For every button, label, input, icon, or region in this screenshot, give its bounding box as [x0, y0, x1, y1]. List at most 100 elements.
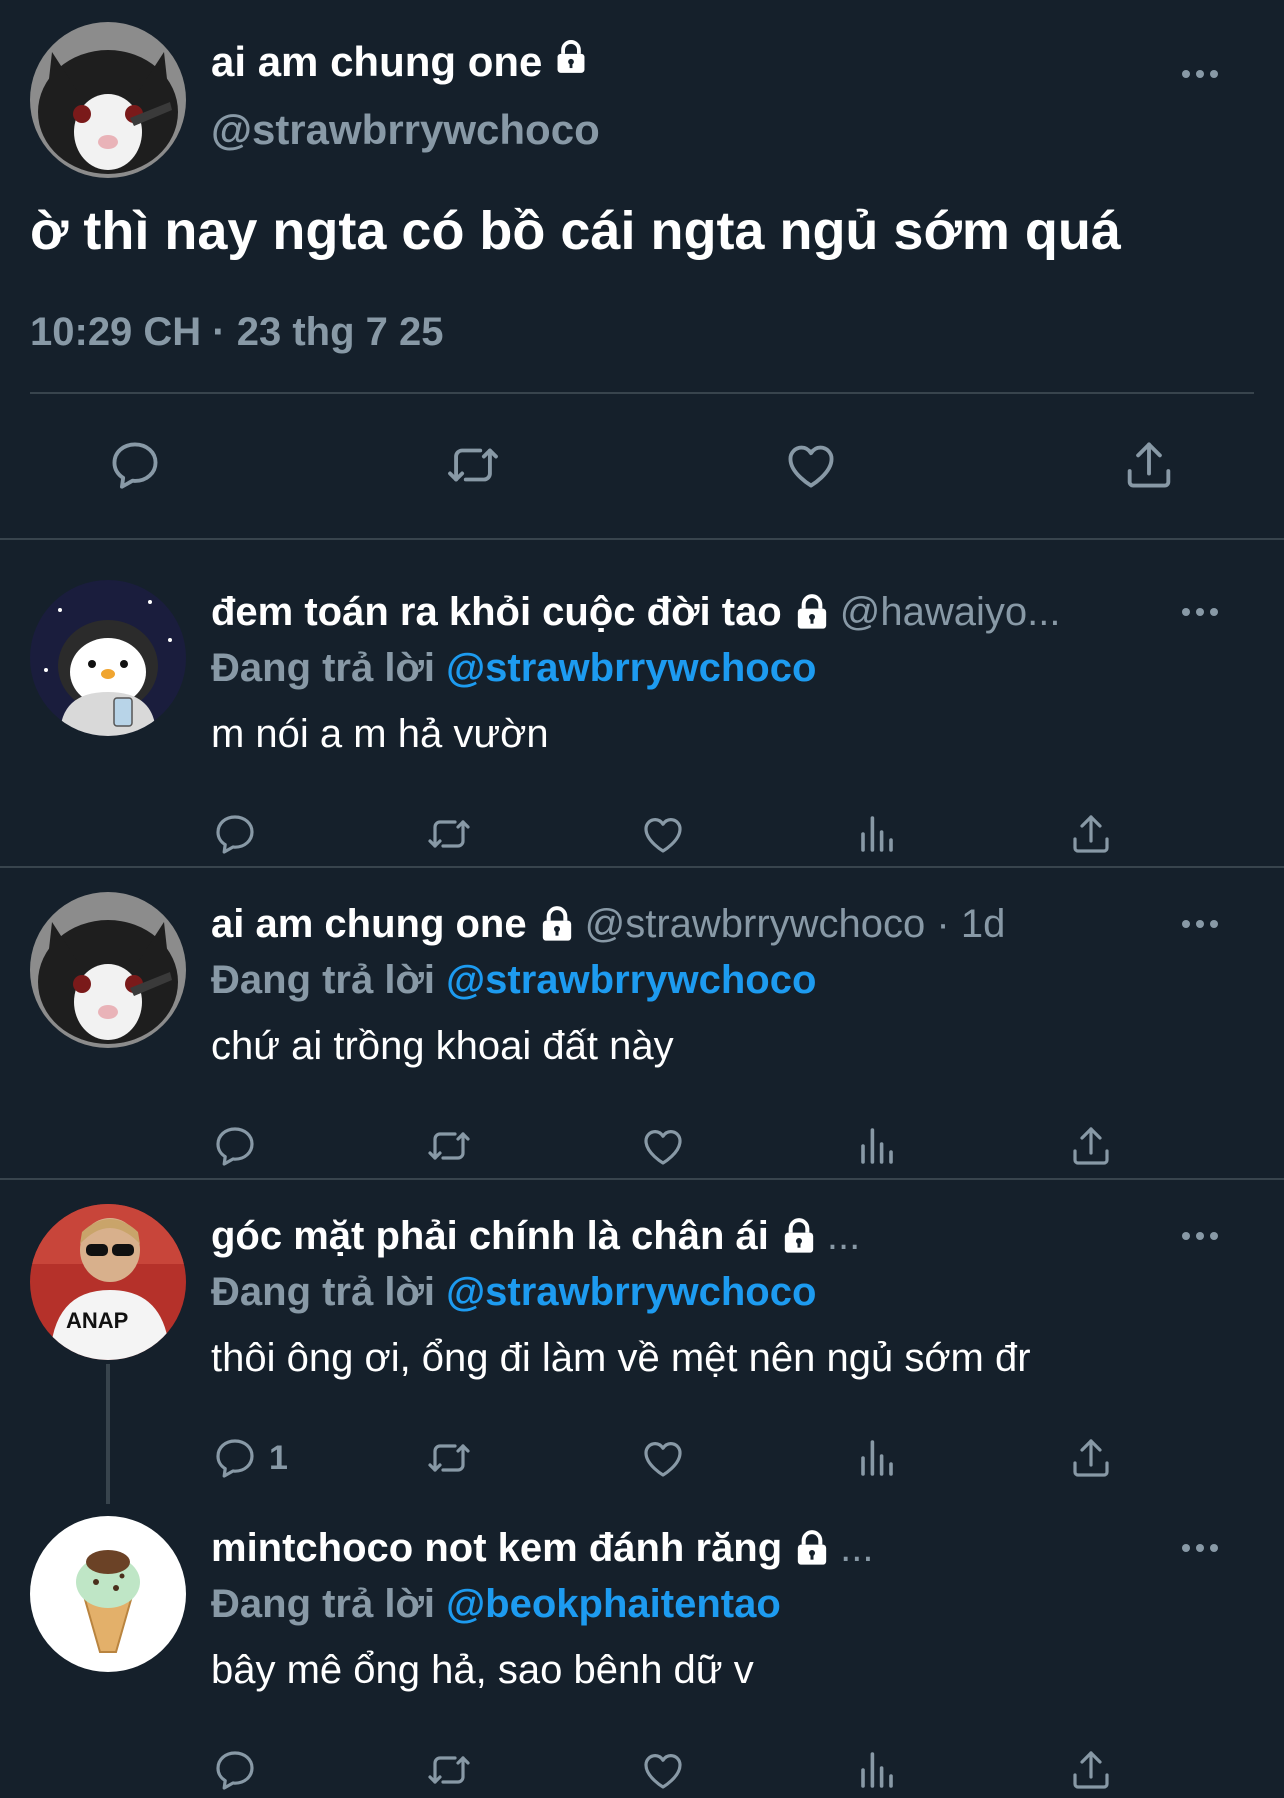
stats-icon	[853, 810, 901, 858]
share-button[interactable]	[1067, 1430, 1115, 1486]
more-options-icon[interactable]	[1180, 1542, 1220, 1554]
reply-tweet: ai am chung one @strawbrrywchoco · 1d Đa…	[0, 872, 1284, 1178]
replying-to-handle[interactable]: @strawbrrywchoco	[446, 1270, 816, 1314]
like-button[interactable]	[639, 1742, 687, 1798]
retweet-icon	[425, 810, 473, 858]
author-handle[interactable]: @strawbrrywchoco	[211, 106, 600, 154]
replying-to-label: Đang trả lời	[211, 646, 436, 690]
share-button[interactable]	[1067, 806, 1115, 862]
avatar-ice-cream[interactable]	[30, 1516, 186, 1672]
author-name-row[interactable]: ai am chung one	[211, 38, 590, 86]
more-options-icon[interactable]	[1180, 68, 1220, 80]
replying-to-handle[interactable]: @strawbrrywchoco	[446, 646, 816, 690]
reply-author-name[interactable]: góc mặt phải chính là chân ái	[211, 1214, 769, 1259]
author-name[interactable]: ai am chung one	[211, 38, 542, 86]
reply-button[interactable]: 1	[211, 1430, 288, 1486]
reply-author-meta[interactable]: @strawbrrywchoco · 1d	[585, 902, 1006, 947]
reply-author-name[interactable]: mintchoco not kem đánh răng	[211, 1526, 782, 1571]
like-button[interactable]	[774, 428, 848, 502]
reply-text: thôi ông ơi, ổng đi làm về mệt nên ngủ s…	[211, 1336, 1031, 1380]
avatar-cat[interactable]	[30, 22, 186, 178]
like-icon	[639, 1434, 687, 1482]
reply-author-meta[interactable]: ...	[840, 1526, 873, 1571]
like-button[interactable]	[639, 1430, 687, 1486]
reply-icon	[211, 1434, 259, 1482]
views-button[interactable]	[853, 1430, 901, 1486]
reply-icon	[211, 1122, 259, 1170]
share-button[interactable]	[1067, 1742, 1115, 1798]
lock-icon	[552, 38, 590, 86]
reply-text: bây mê ổng hả, sao bênh dữ v	[211, 1648, 754, 1692]
section-divider	[0, 1178, 1284, 1180]
reply-tweet: ANAP góc mặt phải chính là chân ái ... Đ…	[0, 1184, 1284, 1504]
reply-tweet: đem toán ra khỏi cuộc đời tao @hawaiyo..…	[0, 560, 1284, 866]
lock-icon	[792, 592, 832, 632]
retweet-button[interactable]	[425, 1430, 473, 1486]
views-button[interactable]	[853, 1118, 901, 1174]
tweet-timestamp[interactable]: 10:29 CH · 23 thg 7 25	[30, 310, 444, 355]
replying-to-label: Đang trả lời	[211, 1582, 436, 1626]
reply-action-bar	[211, 1742, 1161, 1798]
reply-action-bar: 1	[211, 1430, 1161, 1486]
reply-text: m nói a m hả vườn	[211, 712, 549, 756]
more-options-icon[interactable]	[1180, 1230, 1220, 1242]
lock-icon	[537, 904, 577, 944]
like-icon	[639, 1122, 687, 1170]
retweet-button[interactable]	[436, 428, 510, 502]
reply-icon	[211, 1746, 259, 1794]
share-icon	[1067, 1122, 1115, 1170]
retweet-button[interactable]	[425, 1118, 473, 1174]
reply-header: góc mặt phải chính là chân ái ...	[211, 1206, 1174, 1266]
reply-author-meta[interactable]: ...	[827, 1214, 860, 1259]
main-tweet: ai am chung one @strawbrrywchoco ờ thì n…	[0, 0, 1284, 540]
replying-to-handle[interactable]: @beokphaitentao	[446, 1582, 781, 1626]
avatar-kid[interactable]: ANAP	[30, 1204, 186, 1360]
avatar-cat[interactable]	[30, 892, 186, 1048]
share-button[interactable]	[1067, 1118, 1115, 1174]
retweet-icon	[444, 436, 502, 494]
views-button[interactable]	[853, 1742, 901, 1798]
retweet-icon	[425, 1434, 473, 1482]
retweet-icon	[425, 1746, 473, 1794]
reply-button[interactable]	[211, 1118, 269, 1174]
lock-icon	[792, 1528, 832, 1568]
reply-button[interactable]	[211, 806, 269, 862]
avatar-penguin[interactable]	[30, 580, 186, 736]
like-button[interactable]	[639, 1118, 687, 1174]
share-icon	[1067, 810, 1115, 858]
retweet-icon	[425, 1122, 473, 1170]
views-button[interactable]	[853, 806, 901, 862]
stats-icon	[853, 1434, 901, 1482]
share-button[interactable]	[1112, 428, 1186, 502]
lock-icon	[779, 1216, 819, 1256]
tweet-text: ờ thì nay ngta có bồ cái ngta ngủ sớm qu…	[30, 201, 1121, 261]
thread-line	[106, 1364, 110, 1504]
like-button[interactable]	[639, 806, 687, 862]
share-icon	[1067, 1746, 1115, 1794]
more-options-icon[interactable]	[1180, 606, 1220, 618]
reply-author-name[interactable]: đem toán ra khỏi cuộc đời tao	[211, 590, 782, 635]
section-divider	[0, 866, 1284, 868]
tweet-action-bar	[0, 428, 1284, 502]
retweet-button[interactable]	[425, 806, 473, 862]
section-divider	[0, 538, 1284, 540]
reply-button[interactable]	[211, 1742, 269, 1798]
replying-to-line: Đang trả lời @strawbrrywchoco	[211, 646, 816, 691]
svg-text:ANAP: ANAP	[66, 1308, 128, 1333]
reply-author-name[interactable]: ai am chung one	[211, 902, 527, 947]
more-options-icon[interactable]	[1180, 918, 1220, 930]
reply-action-bar	[211, 1118, 1161, 1174]
reply-header: ai am chung one @strawbrrywchoco · 1d	[211, 894, 1174, 954]
replying-to-line: Đang trả lời @beokphaitentao	[211, 1582, 781, 1627]
reply-button[interactable]	[98, 428, 172, 502]
reply-icon	[106, 436, 164, 494]
retweet-button[interactable]	[425, 1742, 473, 1798]
reply-header: đem toán ra khỏi cuộc đời tao @hawaiyo..…	[211, 582, 1174, 642]
stats-icon	[853, 1746, 901, 1794]
replying-to-handle[interactable]: @strawbrrywchoco	[446, 958, 816, 1002]
reply-header: mintchoco not kem đánh răng ...	[211, 1518, 1174, 1578]
divider	[30, 392, 1254, 394]
reply-tweet: mintchoco not kem đánh răng ... Đang trả…	[0, 1496, 1284, 1798]
reply-author-meta[interactable]: @hawaiyo...	[840, 590, 1061, 635]
reply-action-bar	[211, 806, 1161, 862]
